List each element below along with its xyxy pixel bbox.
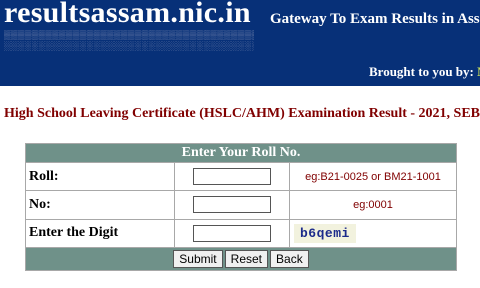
digit-label: Enter the Digit bbox=[25, 218, 175, 248]
digit-input[interactable] bbox=[193, 224, 271, 242]
submit-button[interactable]: Submit bbox=[173, 249, 223, 268]
roll-input[interactable] bbox=[193, 168, 271, 186]
digit-input-cell bbox=[174, 218, 290, 248]
captcha-image: b6qemi bbox=[294, 223, 356, 243]
roll-input-cell bbox=[174, 162, 290, 192]
back-button[interactable]: Back bbox=[270, 249, 309, 268]
no-hint: eg:0001 bbox=[289, 190, 457, 220]
roll-number-form: Enter Your Roll No. Roll: eg:B21-0025 or… bbox=[25, 142, 457, 272]
captcha-cell: b6qemi bbox=[289, 218, 457, 248]
site-tagline: Gateway To Exam Results in Assam bbox=[270, 11, 480, 27]
brought-by-label: Brought to you by: bbox=[369, 64, 474, 79]
exam-heading: High School Leaving Certificate (HSLC/AH… bbox=[4, 106, 480, 121]
no-input[interactable] bbox=[193, 196, 271, 214]
site-header: resultsassam.nic.in Gateway To Exam Resu… bbox=[0, 0, 480, 86]
brought-by: Brought to you by: N bbox=[369, 64, 480, 80]
site-title: resultsassam.nic.in bbox=[4, 0, 251, 29]
header-background-pattern: ░░░░░░░░░░░░░░░░░░░░░░░░░░░░░░░░░░░░░░░░… bbox=[4, 41, 254, 51]
roll-hint: eg:B21-0025 or BM21-1001 bbox=[289, 162, 457, 192]
no-input-cell bbox=[174, 190, 290, 220]
reset-button[interactable]: Reset bbox=[224, 249, 269, 268]
roll-label: Roll: bbox=[25, 162, 175, 192]
no-label: No: bbox=[25, 190, 175, 220]
button-row: Submit Reset Back bbox=[25, 246, 457, 272]
header-background-pattern: ▒▒▒▒▒▒▒▒▒▒▒▒▒▒▒▒▒▒▒▒▒▒▒▒▒▒▒▒▒▒▒▒▒▒▒▒▒▒▒▒… bbox=[4, 30, 254, 40]
form-title: Enter Your Roll No. bbox=[25, 142, 457, 164]
